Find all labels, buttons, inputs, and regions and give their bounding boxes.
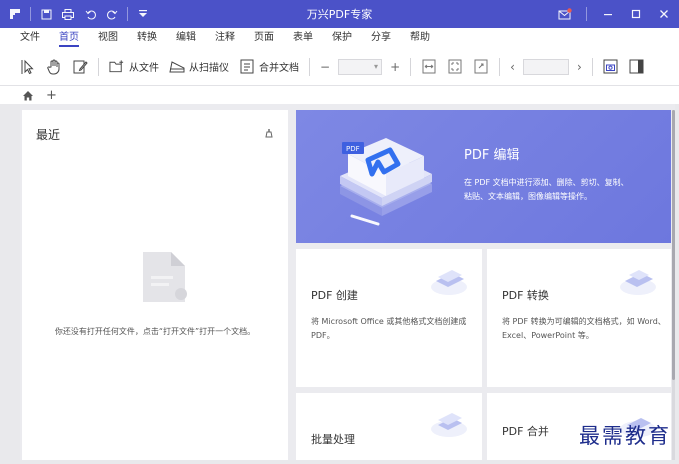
actual-size-button[interactable] [473, 59, 489, 75]
divider [30, 7, 31, 21]
toolbar: 从文件 从扫描仪 合并文档 − ▾ + ‹ › [0, 48, 679, 86]
recent-panel: 最近 你还没有打开任何文件，点击“打开文件”打开一个文档。 [22, 110, 288, 460]
batch-process-icon [430, 403, 468, 442]
pdf-edit-title: PDF 编辑 [464, 148, 520, 163]
actual-size-icon [473, 59, 489, 75]
scanner-icon [169, 59, 185, 75]
empty-message: 你还没有打开任何文件，点击“打开文件”打开一个文档。 [54, 327, 256, 336]
menu-view[interactable]: 视图 [98, 28, 118, 48]
quick-access-dropdown-icon[interactable] [136, 7, 150, 21]
pdf-convert-title: PDF 转换 [502, 289, 549, 302]
edit-icon [72, 59, 88, 75]
pdf-create-title: PDF 创建 [311, 289, 358, 302]
menu-page[interactable]: 页面 [254, 28, 274, 48]
svg-text:PDF: PDF [346, 145, 360, 153]
menu-bar: 文件 首页 视图 转换 编辑 注释 页面 表单 保护 分享 帮助 [0, 28, 679, 48]
pdf-edit-illustration: PDF [320, 124, 440, 237]
fit-page-button[interactable] [447, 59, 463, 75]
from-scanner-label: 从扫描仪 [189, 63, 229, 74]
new-tab-button[interactable]: + [46, 88, 57, 103]
prev-page-button[interactable]: ‹ [510, 60, 515, 74]
pdf-create-card[interactable]: PDF 创建 将 Microsoft Office 或其他格式文档创建成 PDF… [296, 249, 482, 387]
divider [410, 57, 412, 76]
divider [591, 57, 593, 76]
recent-title: 最近 [36, 128, 61, 142]
menu-share[interactable]: 分享 [371, 28, 391, 48]
fit-page-icon [447, 59, 463, 75]
pdf-convert-desc: 将 PDF 转换为可编辑的文档格式，如 Word、Excel、PowerPoin… [502, 317, 666, 340]
from-scanner-button[interactable]: 从扫描仪 [169, 59, 229, 75]
pdf-merge-title: PDF 合并 [502, 425, 549, 438]
home-main: 最近 你还没有打开任何文件，点击“打开文件”打开一个文档。 PDF PDF 编辑… [20, 104, 675, 460]
save-icon[interactable] [39, 7, 53, 21]
title-bar: 万兴PDF专家 [0, 0, 679, 28]
zoom-out-button[interactable]: − [320, 60, 330, 74]
maximize-icon[interactable] [629, 7, 643, 21]
menu-form[interactable]: 表单 [293, 28, 313, 48]
app-logo-icon [8, 7, 22, 21]
pdf-convert-card[interactable]: PDF 转换 将 PDF 转换为可编辑的文档格式，如 Word、Excel、Po… [487, 249, 671, 387]
menu-convert[interactable]: 转换 [137, 28, 157, 48]
close-icon[interactable] [657, 7, 671, 21]
merge-files-button[interactable]: 合并文档 [239, 59, 299, 75]
clear-recent-icon[interactable] [264, 128, 274, 141]
next-page-button[interactable]: › [577, 60, 582, 74]
empty-document-icon [141, 250, 187, 307]
panel-toggle-button[interactable] [629, 59, 645, 75]
fit-width-button[interactable] [421, 59, 437, 75]
scrollbar-thumb[interactable] [672, 110, 675, 380]
page-number-input[interactable] [522, 58, 569, 75]
menu-protect[interactable]: 保护 [332, 28, 352, 48]
menu-help[interactable]: 帮助 [410, 28, 430, 48]
watermark-text: 最需教育 [579, 424, 671, 448]
pdf-convert-icon [619, 261, 657, 300]
print-icon[interactable] [61, 7, 75, 21]
divider [309, 57, 310, 76]
pdf-create-icon [430, 261, 468, 300]
redo-icon[interactable] [105, 7, 119, 21]
pdf-edit-desc: 在 PDF 文档中进行添加、删除、剪切、复制、粘贴、文本编辑，图像编辑等操作。 [464, 178, 629, 201]
hand-icon [46, 59, 62, 75]
open-file-label: 从文件 [129, 63, 159, 74]
divider [98, 57, 99, 76]
divider [499, 57, 501, 76]
hand-tool-button[interactable] [46, 59, 62, 75]
menu-home[interactable]: 首页 [59, 28, 79, 48]
minimize-icon[interactable] [601, 7, 615, 21]
notification-icon[interactable] [558, 7, 572, 21]
panel-icon [629, 59, 645, 75]
camera-icon [603, 59, 619, 75]
menu-edit[interactable]: 编辑 [176, 28, 196, 48]
open-file-button[interactable]: 从文件 [109, 59, 159, 75]
zoom-select[interactable]: ▾ [338, 58, 383, 75]
edit-tool-button[interactable] [72, 59, 88, 75]
snapshot-button[interactable] [603, 59, 619, 75]
folder-plus-icon [109, 59, 125, 75]
zoom-in-button[interactable]: + [390, 60, 400, 74]
select-tool-button[interactable] [20, 59, 36, 75]
merge-icon [239, 59, 255, 75]
merge-files-label: 合并文档 [259, 63, 299, 74]
menu-comment[interactable]: 注释 [215, 28, 235, 48]
pdf-edit-card[interactable]: PDF PDF 编辑 在 PDF 文档中进行添加、删除、剪切、复制、粘贴、文本编… [296, 110, 671, 243]
batch-process-card[interactable]: 批量处理 [296, 393, 482, 460]
pdf-create-desc: 将 Microsoft Office 或其他格式文档创建成 PDF。 [311, 317, 467, 340]
batch-process-title: 批量处理 [311, 433, 355, 446]
tab-bar: + [0, 86, 679, 104]
undo-icon[interactable] [83, 7, 97, 21]
divider [586, 7, 587, 21]
cursor-icon [20, 59, 36, 75]
home-icon[interactable] [20, 87, 36, 103]
fit-width-icon [421, 59, 437, 75]
divider [127, 7, 128, 21]
menu-file[interactable]: 文件 [20, 28, 40, 48]
